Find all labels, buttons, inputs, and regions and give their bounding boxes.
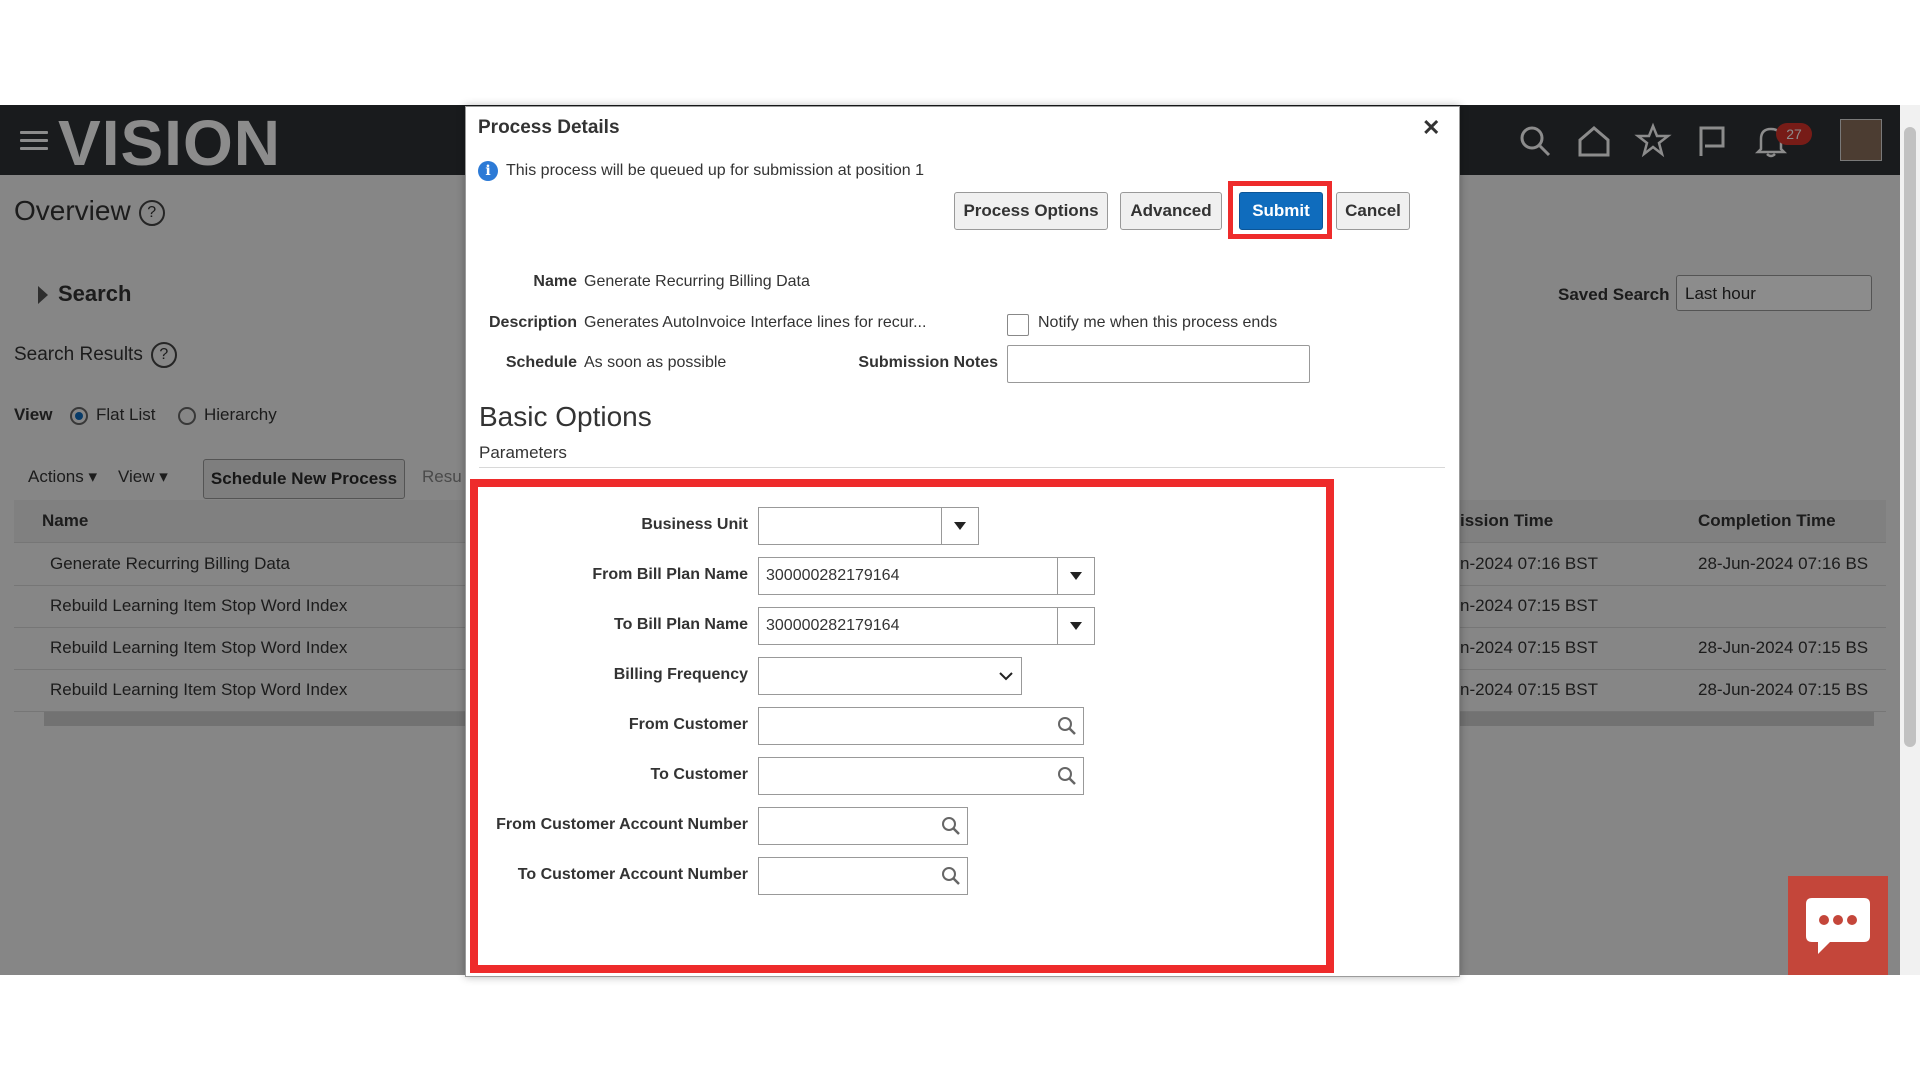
from-customer-label: From Customer <box>628 716 748 733</box>
search-icon[interactable] <box>1057 766 1077 786</box>
info-icon: i <box>478 161 498 181</box>
to-bill-plan-label: To Bill Plan Name <box>614 616 748 633</box>
basic-options-heading: Basic Options <box>479 401 652 432</box>
from-account-number-input[interactable] <box>758 807 968 845</box>
to-customer-input[interactable] <box>758 757 1084 795</box>
name-value: Generate Recurring Billing Data <box>584 273 810 290</box>
from-bill-plan-label: From Bill Plan Name <box>592 566 748 583</box>
notify-checkbox[interactable] <box>1007 314 1029 336</box>
description-label: Description <box>488 314 577 331</box>
search-icon[interactable] <box>1057 716 1077 736</box>
queue-info-message: i This process will be queued up for subm… <box>478 161 924 181</box>
process-options-button[interactable]: Process Options <box>954 192 1108 230</box>
dropdown-arrow-icon <box>954 522 966 530</box>
billing-frequency-select[interactable] <box>758 657 1022 695</box>
search-icon[interactable] <box>941 816 961 836</box>
chat-bubble-icon <box>1806 898 1870 954</box>
from-bill-plan-input[interactable]: 300000282179164 <box>758 557 1095 595</box>
vertical-scrollbar[interactable] <box>1900 105 1920 975</box>
submit-highlight-box <box>1228 181 1332 239</box>
cancel-button[interactable]: Cancel <box>1336 192 1410 230</box>
process-details-dialog: Process Details ✕ i This process will be … <box>465 106 1460 977</box>
business-unit-input[interactable] <box>758 507 979 545</box>
submission-notes-input[interactable] <box>1007 345 1310 383</box>
section-divider <box>479 467 1445 468</box>
close-icon[interactable]: ✕ <box>1422 115 1440 141</box>
business-unit-label: Business Unit <box>641 516 748 533</box>
billing-frequency-label: Billing Frequency <box>613 666 748 683</box>
from-customer-input[interactable] <box>758 707 1084 745</box>
to-customer-label: To Customer <box>650 766 748 783</box>
dialog-title: Process Details <box>478 117 620 138</box>
to-account-number-label: To Customer Account Number <box>517 866 748 883</box>
chevron-down-icon <box>999 672 1013 681</box>
name-label: Name <box>533 273 577 290</box>
dropdown-arrow-icon <box>1070 622 1082 630</box>
to-account-number-input[interactable] <box>758 857 968 895</box>
notify-label: Notify me when this process ends <box>1038 314 1278 331</box>
from-bill-plan-dropdown-button[interactable] <box>1057 557 1095 595</box>
from-account-number-label: From Customer Account Number <box>496 816 748 833</box>
business-unit-dropdown-button[interactable] <box>941 507 979 545</box>
dropdown-arrow-icon <box>1070 572 1082 580</box>
schedule-label: Schedule <box>505 354 577 371</box>
advanced-button[interactable]: Advanced <box>1120 192 1222 230</box>
submission-notes-label: Submission Notes <box>858 354 998 371</box>
search-icon[interactable] <box>941 866 961 886</box>
parameters-heading: Parameters <box>479 443 567 462</box>
schedule-value: As soon as possible <box>584 354 727 371</box>
scrollbar-thumb[interactable] <box>1904 127 1916 747</box>
to-bill-plan-dropdown-button[interactable] <box>1057 607 1095 645</box>
to-bill-plan-input[interactable]: 300000282179164 <box>758 607 1095 645</box>
description-value: Generates AutoInvoice Interface lines fo… <box>584 314 927 331</box>
chat-widget-button[interactable] <box>1788 876 1888 975</box>
